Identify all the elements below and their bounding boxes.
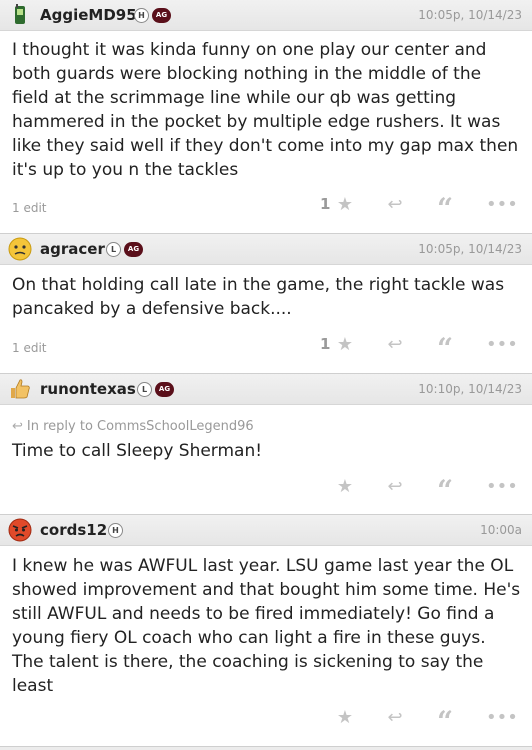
reply-icon[interactable]: ↩: [382, 475, 408, 499]
more-icon[interactable]: •••: [486, 333, 518, 357]
badge-l: L: [106, 242, 121, 257]
post-body: I knew he was AWFUL last year. LSU game …: [12, 556, 521, 696]
reply-icon[interactable]: ↩: [382, 193, 408, 217]
reply-arrow-icon: ↩: [12, 419, 23, 434]
edit-note[interactable]: 1 edit: [12, 201, 47, 215]
star-icon[interactable]: ★: [332, 333, 358, 357]
more-icon[interactable]: •••: [486, 193, 518, 217]
timestamp[interactable]: 10:05p, 10/14/23: [418, 8, 522, 22]
badge-h: H: [134, 8, 149, 23]
more-icon[interactable]: •••: [486, 475, 518, 499]
badge-ag: AG: [155, 382, 174, 397]
badge-ag: AG: [124, 242, 143, 257]
reply-icon[interactable]: ↩: [382, 333, 408, 357]
post-header: runontexas L AG 10:10p, 10/14/23: [0, 373, 532, 405]
reply-to-label: In reply to CommsSchoolLegend96: [26, 419, 254, 434]
timestamp[interactable]: 10:00a: [480, 523, 522, 537]
username[interactable]: runontexas: [40, 380, 136, 398]
like-count: 1: [320, 195, 331, 213]
quote-icon[interactable]: “: [432, 193, 458, 225]
reply-to[interactable]: ↩ In reply to CommsSchoolLegend96: [12, 419, 254, 434]
badge-l: L: [137, 382, 152, 397]
username[interactable]: agracer: [40, 240, 105, 258]
post-1: AggieMD95 H AG 10:05p, 10/14/23 I though…: [0, 0, 532, 232]
quote-icon[interactable]: “: [432, 333, 458, 365]
post-header: cords12 H 10:00a: [0, 514, 532, 546]
angry-face-icon[interactable]: [8, 518, 32, 542]
like-count: 1: [320, 335, 331, 353]
username[interactable]: AggieMD95: [40, 6, 137, 24]
badge-h: H: [108, 523, 123, 538]
timestamp[interactable]: 10:10p, 10/14/23: [418, 382, 522, 396]
quote-icon[interactable]: “: [432, 475, 458, 507]
next-post-divider: [0, 746, 532, 750]
worried-face-icon[interactable]: [8, 237, 32, 261]
phone-icon[interactable]: [8, 3, 32, 27]
post-actions: ★ ↩ “ •••: [318, 706, 518, 738]
quote-icon[interactable]: “: [432, 706, 458, 738]
username[interactable]: cords12: [40, 521, 107, 539]
post-header: agracer L AG 10:05p, 10/14/23: [0, 233, 532, 265]
star-icon[interactable]: ★: [332, 706, 358, 730]
more-icon[interactable]: •••: [486, 706, 518, 730]
post-body: I thought it was kinda funny on one play…: [12, 40, 519, 180]
post-actions: 1 ★ ↩ “ •••: [318, 333, 518, 365]
post-3: runontexas L AG 10:10p, 10/14/23 ↩ In rep…: [0, 373, 532, 513]
star-icon[interactable]: ★: [332, 475, 358, 499]
post-actions: ★ ↩ “ •••: [318, 475, 518, 507]
post-actions: 1 ★ ↩ “ •••: [318, 193, 518, 225]
timestamp[interactable]: 10:05p, 10/14/23: [418, 242, 522, 256]
thumbs-up-icon[interactable]: [8, 377, 32, 401]
badge-ag: AG: [152, 8, 171, 23]
reply-icon[interactable]: ↩: [382, 706, 408, 730]
post-4: cords12 H 10:00a I knew he was AWFUL las…: [0, 514, 532, 750]
post-header: AggieMD95 H AG 10:05p, 10/14/23: [0, 0, 532, 31]
star-icon[interactable]: ★: [332, 193, 358, 217]
post-2: agracer L AG 10:05p, 10/14/23 On that ho…: [0, 233, 532, 373]
post-body: On that holding call late in the game, t…: [12, 275, 505, 319]
edit-note[interactable]: 1 edit: [12, 341, 47, 355]
post-body: Time to call Sleepy Sherman!: [12, 441, 263, 461]
